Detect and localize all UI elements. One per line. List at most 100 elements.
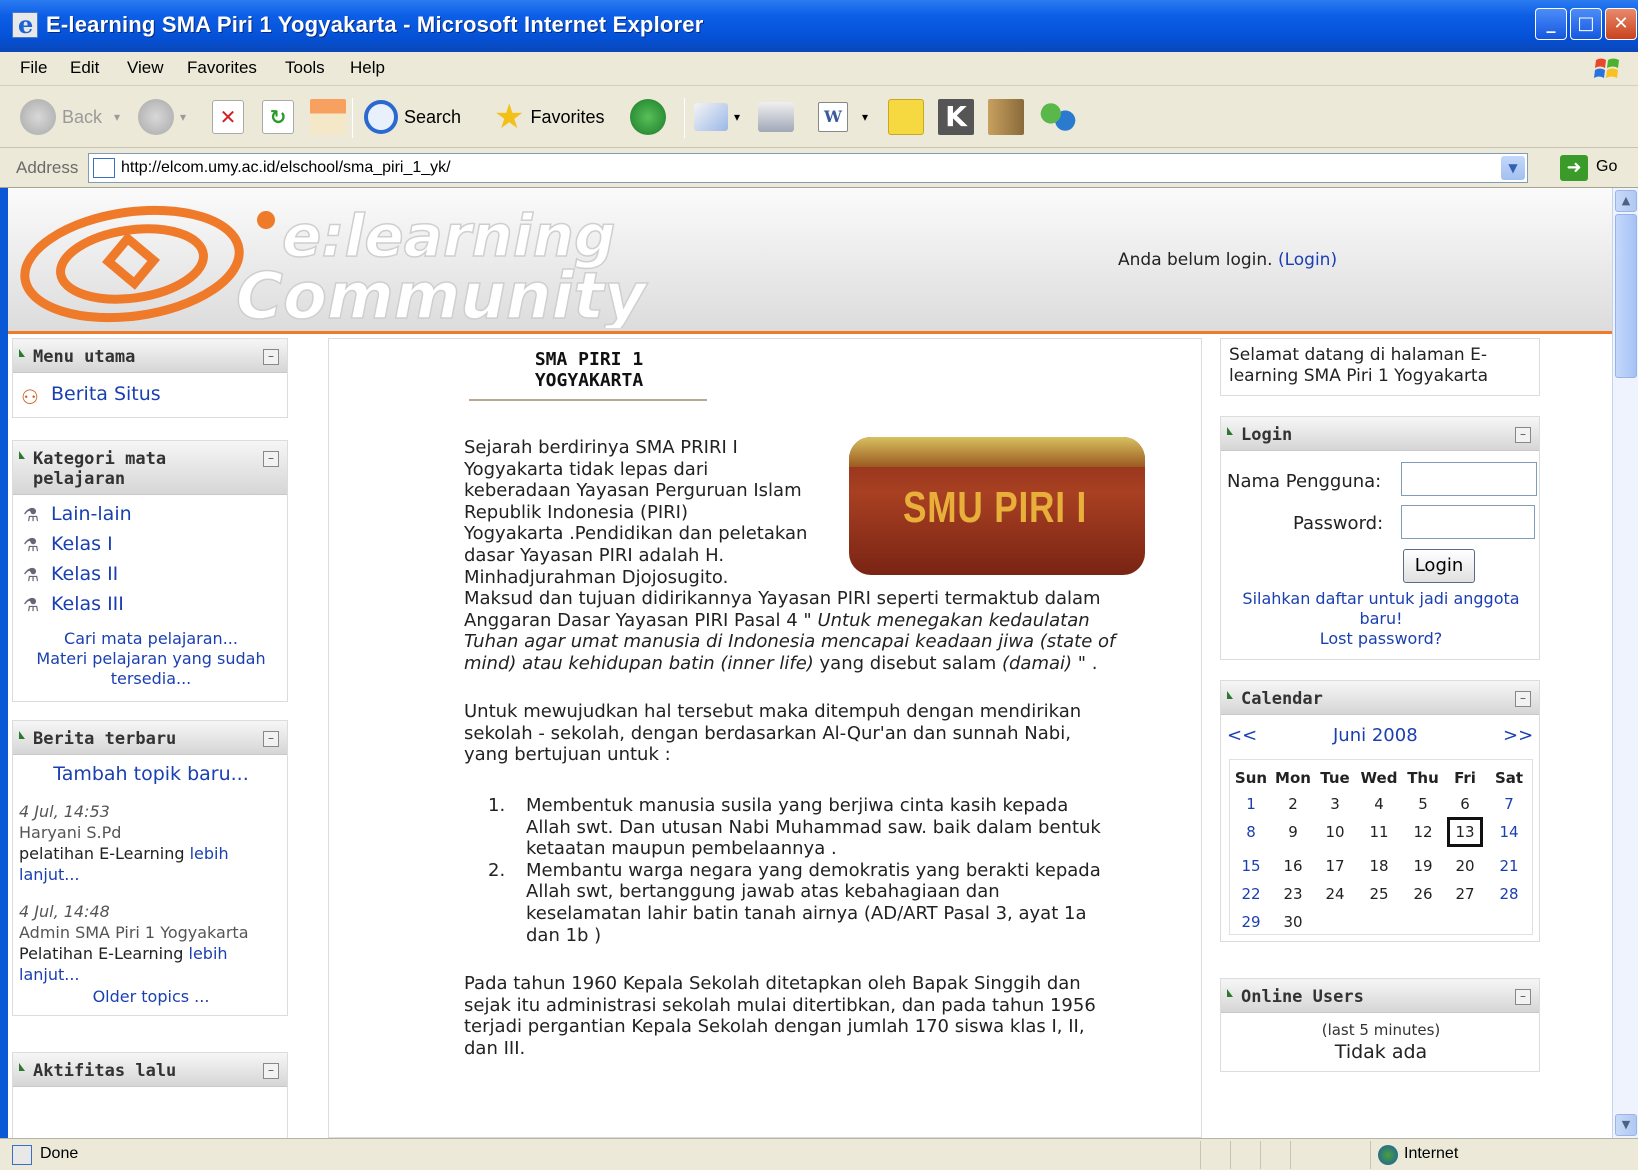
calendar-day[interactable]: 25 bbox=[1359, 885, 1399, 903]
favorites-button[interactable]: ★ Favorites bbox=[494, 95, 605, 139]
scroll-up-icon[interactable]: ▲ bbox=[1615, 190, 1637, 212]
address-input[interactable]: http://elcom.umy.ac.id/elschool/sma_piri… bbox=[88, 153, 1528, 183]
history-button[interactable] bbox=[630, 95, 672, 139]
calendar-day[interactable]: 10 bbox=[1315, 823, 1355, 841]
block-header: Kategori mata pelajaran – bbox=[13, 441, 287, 495]
notes-button[interactable] bbox=[888, 95, 930, 139]
collapse-icon[interactable]: – bbox=[1515, 989, 1531, 1005]
berita-situs-link[interactable]: Berita Situs bbox=[51, 383, 161, 405]
messenger-button[interactable] bbox=[1040, 95, 1082, 139]
menu-tools[interactable]: Tools bbox=[285, 58, 325, 78]
signup-link[interactable]: Silahkan daftar untuk jadi anggota bbox=[1221, 589, 1541, 609]
menu-edit[interactable]: Edit bbox=[70, 58, 99, 78]
scroll-thumb[interactable] bbox=[1615, 214, 1637, 378]
menu-view[interactable]: View bbox=[127, 58, 164, 78]
back-button[interactable]: Back ▾ bbox=[20, 95, 120, 139]
forward-button[interactable]: ▾ bbox=[138, 95, 186, 139]
scroll-down-icon[interactable]: ▼ bbox=[1615, 1114, 1637, 1136]
calendar-day[interactable]: 21 bbox=[1489, 857, 1529, 875]
all-courses-link-2[interactable]: tersedia... bbox=[13, 669, 289, 689]
search-courses-link[interactable]: Cari mata pelajaran... bbox=[13, 629, 289, 649]
all-courses-link[interactable]: Materi pelajaran yang sudah bbox=[13, 649, 289, 669]
calendar-day[interactable]: 7 bbox=[1489, 795, 1529, 813]
header-login-link[interactable]: (Login) bbox=[1278, 250, 1337, 270]
category-link[interactable]: Kelas III bbox=[51, 593, 124, 615]
lost-password-link[interactable]: Lost password? bbox=[1221, 629, 1541, 649]
calendar-day[interactable]: 8 bbox=[1231, 823, 1271, 841]
calendar-day[interactable]: 9 bbox=[1273, 823, 1313, 841]
calendar-day[interactable]: 26 bbox=[1403, 885, 1443, 903]
calendar-day[interactable]: 3 bbox=[1315, 795, 1355, 813]
calendar-day[interactable]: 28 bbox=[1489, 885, 1529, 903]
category-link[interactable]: Kelas I bbox=[51, 533, 113, 555]
calendar-day[interactable]: 15 bbox=[1231, 857, 1271, 875]
calendar-month-link[interactable]: Juni 2008 bbox=[1333, 725, 1418, 746]
older-topics-link[interactable]: Older topics ... bbox=[13, 987, 289, 1006]
collapse-icon[interactable]: – bbox=[1515, 427, 1531, 443]
read-more-link[interactable]: lebih bbox=[190, 844, 229, 863]
mail-button[interactable]: ▾ bbox=[694, 95, 740, 139]
add-topic-link[interactable]: Tambah topik baru... bbox=[13, 763, 289, 785]
calendar-day[interactable]: 29 bbox=[1231, 913, 1271, 931]
calendar-day-header: Fri bbox=[1454, 769, 1476, 787]
collapse-icon[interactable]: – bbox=[1515, 691, 1531, 707]
go-arrow-icon[interactable]: ➜ bbox=[1560, 155, 1588, 181]
calendar-day[interactable]: 27 bbox=[1445, 885, 1485, 903]
calendar-day[interactable]: 2 bbox=[1273, 795, 1313, 813]
calendar-day[interactable]: 30 bbox=[1273, 913, 1313, 931]
category-link[interactable]: Lain-lain bbox=[51, 503, 132, 525]
password-label: Password: bbox=[1293, 513, 1384, 534]
collapse-icon[interactable]: – bbox=[263, 731, 279, 747]
calendar-day[interactable]: 6 bbox=[1445, 795, 1485, 813]
calendar-day[interactable]: 17 bbox=[1315, 857, 1355, 875]
calendar-day[interactable]: 5 bbox=[1403, 795, 1443, 813]
read-more-link[interactable]: lanjut... bbox=[19, 965, 80, 984]
go-button[interactable]: Go bbox=[1596, 158, 1617, 176]
menu-help[interactable]: Help bbox=[350, 58, 385, 78]
calendar-day[interactable]: 24 bbox=[1315, 885, 1355, 903]
text-line: Yogyakarta tidak lepas dari bbox=[464, 458, 709, 480]
read-more-link[interactable]: lebih bbox=[189, 944, 228, 963]
calendar-prev-link[interactable]: << bbox=[1227, 725, 1257, 746]
login-button[interactable]: Login bbox=[1403, 549, 1475, 583]
menu-favorites[interactable]: Favorites bbox=[187, 58, 257, 78]
welcome-line: learning SMA Piri 1 Yogyakarta bbox=[1229, 366, 1489, 386]
calendar-day[interactable]: 4 bbox=[1359, 795, 1399, 813]
calendar-day[interactable]: 23 bbox=[1273, 885, 1313, 903]
calendar-day[interactable]: 19 bbox=[1403, 857, 1443, 875]
calendar-day[interactable]: 12 bbox=[1403, 823, 1443, 841]
category-link[interactable]: Kelas II bbox=[51, 563, 118, 585]
home-button[interactable] bbox=[310, 95, 352, 139]
read-more-link[interactable]: lanjut... bbox=[19, 865, 80, 884]
collapse-icon[interactable]: – bbox=[263, 1063, 279, 1079]
edit-button[interactable]: W ▾ bbox=[818, 95, 868, 139]
calendar-day[interactable]: 22 bbox=[1231, 885, 1271, 903]
tahun-paragraph: Pada tahun 1960 Kepala Sekolah ditetapka… bbox=[464, 973, 1184, 1059]
stop-button[interactable]: ✕ bbox=[212, 95, 250, 139]
minimize-button[interactable]: _ bbox=[1535, 8, 1567, 40]
research-button[interactable] bbox=[988, 95, 1030, 139]
signup-link-2[interactable]: baru! bbox=[1221, 609, 1541, 629]
calendar-day[interactable]: 1 bbox=[1231, 795, 1271, 813]
collapse-icon[interactable]: – bbox=[263, 349, 279, 365]
print-button[interactable] bbox=[758, 95, 800, 139]
calendar-day[interactable]: 14 bbox=[1489, 823, 1529, 841]
collapse-icon[interactable]: – bbox=[263, 451, 279, 467]
address-dropdown-icon[interactable]: ▼ bbox=[1501, 156, 1525, 180]
course-icon: ⚗ bbox=[23, 535, 40, 556]
calendar-day[interactable]: 11 bbox=[1359, 823, 1399, 841]
maximize-button[interactable]: □ bbox=[1570, 8, 1602, 40]
calendar-day[interactable]: 16 bbox=[1273, 857, 1313, 875]
text-line: keselamatan lahir batin tanah airnya (AD… bbox=[526, 902, 1087, 924]
refresh-button[interactable]: ↻ bbox=[262, 95, 300, 139]
username-input[interactable] bbox=[1401, 462, 1537, 496]
close-button[interactable]: ✕ bbox=[1605, 8, 1637, 40]
calendar-day[interactable]: 20 bbox=[1445, 857, 1485, 875]
vertical-scrollbar[interactable]: ▲ ▼ bbox=[1612, 188, 1638, 1138]
password-input[interactable] bbox=[1401, 505, 1535, 539]
search-button[interactable]: Search bbox=[364, 95, 461, 139]
menu-file[interactable]: File bbox=[20, 58, 47, 78]
calendar-next-link[interactable]: >> bbox=[1503, 725, 1533, 746]
k-button[interactable]: K bbox=[938, 95, 980, 139]
calendar-day[interactable]: 18 bbox=[1359, 857, 1399, 875]
